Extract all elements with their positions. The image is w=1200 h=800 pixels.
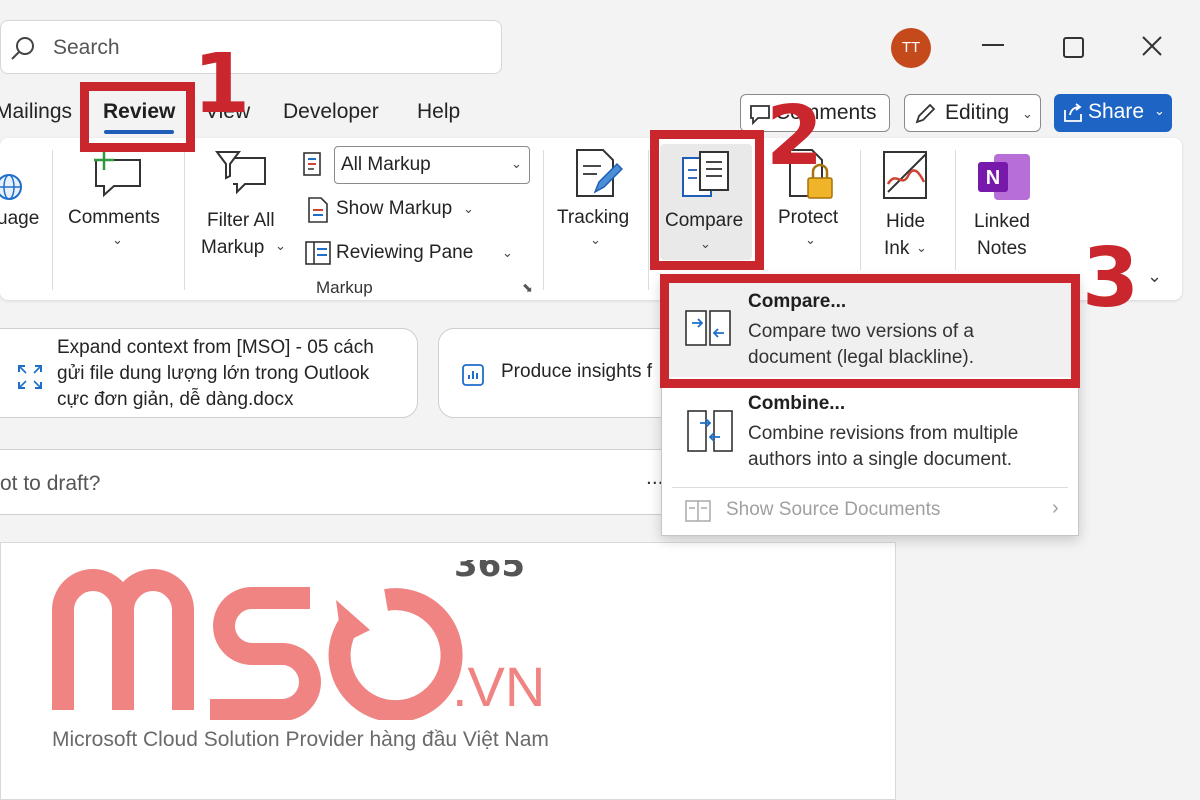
group-separator <box>955 150 956 270</box>
tracking-button[interactable]: Tracking ⌄ <box>553 144 641 264</box>
expand-icon <box>18 365 42 389</box>
chevron-down-icon: ⌄ <box>805 232 816 247</box>
chevron-down-icon: ⌄ <box>916 240 927 255</box>
combine-menu-title: Combine... <box>748 393 846 414</box>
logo-tagline: Microsoft Cloud Solution Provider hàng đ… <box>52 728 549 751</box>
tab-help[interactable]: Help <box>417 100 460 124</box>
mso-watermark-logo: 365 .VN Microsoft Cloud Solution Provide… <box>52 560 572 760</box>
chevron-right-icon: › <box>1052 497 1059 519</box>
display-for-review-icon <box>303 152 321 176</box>
onenote-icon: N <box>978 154 1030 200</box>
maximize-icon[interactable] <box>1063 37 1084 58</box>
show-markup-label: Show Markup <box>336 198 453 219</box>
group-separator <box>543 150 544 290</box>
close-icon[interactable] <box>1141 35 1163 57</box>
share-button[interactable]: Share ⌄ <box>1054 94 1172 132</box>
annotation-step-3: 3 <box>1082 231 1140 326</box>
globe-icon <box>0 174 22 200</box>
mso-logo-graphic: 365 .VN <box>52 560 545 720</box>
draft-prompt-input[interactable]: ot to draft? ... <box>0 449 668 515</box>
tab-developer[interactable]: Developer <box>283 100 379 124</box>
chevron-down-icon: ⌄ <box>1154 103 1165 118</box>
source-documents-icon <box>685 500 711 522</box>
logo-365-text: 365 <box>454 560 525 585</box>
card-text-2: gửi file dung lượng lớn trong Outlook <box>57 363 370 384</box>
new-comment-icon <box>94 150 141 198</box>
reviewing-pane-button[interactable]: Reviewing Pane ⌄ <box>300 236 520 272</box>
menu-separator <box>672 487 1068 488</box>
annotation-highlight-compare-button <box>650 130 764 270</box>
filter-all-label-1: Filter All <box>207 210 275 231</box>
suggestion-card[interactable]: Expand context from [MSO] - 05 cách gửi … <box>0 328 418 418</box>
ribbon-collapse-chevron-icon[interactable]: ⌄ <box>1147 266 1162 287</box>
search-placeholder: Search <box>53 36 120 59</box>
share-icon <box>1064 103 1082 122</box>
draft-prompt-text: ot to draft? <box>0 472 101 495</box>
reviewing-pane-icon <box>305 241 331 265</box>
group-separator <box>648 150 649 290</box>
comments-label: Comments <box>68 207 160 228</box>
linked-notes-label-1: Linked <box>974 211 1030 232</box>
chevron-down-icon: ⌄ <box>1022 106 1033 121</box>
chevron-down-icon: ⌄ <box>112 232 123 247</box>
card-text: Produce insights f <box>501 361 653 382</box>
group-separator <box>860 150 861 270</box>
annotation-step-2: 2 <box>766 89 824 184</box>
group-separator <box>52 150 53 290</box>
combine-documents-icon <box>687 410 733 452</box>
search-box[interactable]: Search <box>0 20 502 74</box>
tracking-label: Tracking <box>557 207 630 228</box>
share-label: Share <box>1088 100 1145 123</box>
show-source-documents-menu-item[interactable]: Show Source Documents › <box>662 491 1078 533</box>
annotation-highlight-review-tab <box>80 82 195 152</box>
protect-label: Protect <box>778 207 839 228</box>
combine-menu-item[interactable]: Combine... Combine revisions from multip… <box>662 387 1078 483</box>
markup-display-value: All Markup <box>341 154 431 175</box>
show-markup-icon <box>308 197 328 223</box>
avatar[interactable]: TT <box>891 28 931 68</box>
annotation-step-1: 1 <box>193 37 251 132</box>
logo-domain-text: .VN <box>452 655 545 718</box>
show-source-documents-label: Show Source Documents <box>726 499 941 520</box>
chart-icon <box>462 364 484 386</box>
editing-label: Editing <box>945 101 1010 124</box>
hide-ink-label-2: Ink <box>884 238 910 259</box>
hide-ink-label-1: Hide <box>886 211 926 232</box>
linked-notes-label-2: Notes <box>977 238 1027 259</box>
card-text-3: cực đơn giản, dễ dàng.docx <box>57 389 294 410</box>
chevron-down-icon: ⌄ <box>275 238 286 253</box>
group-separator <box>184 150 185 290</box>
editing-mode-button[interactable]: Editing ⌄ <box>904 94 1041 132</box>
new-comment-button[interactable]: Comments ⌄ <box>60 144 175 264</box>
tab-mailings[interactable]: Mailings <box>0 100 72 124</box>
markup-display-select[interactable]: All Markup ⌄ <box>334 146 530 184</box>
chevron-down-icon: ⌄ <box>511 156 522 171</box>
ink-icon <box>883 151 927 199</box>
minimize-icon[interactable] <box>982 44 1004 46</box>
track-changes-icon <box>576 149 623 197</box>
language-button-label[interactable]: uage <box>0 205 39 232</box>
combine-menu-desc-2: authors into a single document. <box>748 449 1013 470</box>
filter-all-markup-button[interactable]: Filter All Markup ⌄ <box>195 144 293 264</box>
card-text-1: Expand context from [MSO] - 05 cách <box>57 337 374 358</box>
show-markup-button[interactable]: Show Markup ⌄ <box>300 192 490 228</box>
chevron-down-icon: ⌄ <box>502 245 513 260</box>
svg-text:N: N <box>986 167 1000 189</box>
linked-notes-button[interactable]: N Linked Notes <box>966 144 1042 264</box>
chevron-down-icon: ⌄ <box>463 201 474 216</box>
filter-all-label-2: Markup <box>201 237 265 258</box>
suggestion-card[interactable]: Produce insights f <box>438 328 678 418</box>
combine-menu-desc-1: Combine revisions from multiple <box>748 423 1019 444</box>
annotation-highlight-compare-item <box>660 274 1080 388</box>
chevron-down-icon: ⌄ <box>590 232 601 247</box>
markup-group-label: Markup <box>316 278 373 297</box>
hide-ink-button[interactable]: Hide Ink ⌄ <box>870 144 942 264</box>
dialog-launcher-icon[interactable]: ⬊ <box>522 280 533 296</box>
pencil-icon <box>915 103 936 124</box>
scrollbar[interactable] <box>1186 60 1200 800</box>
filter-icon <box>215 151 266 195</box>
reviewing-pane-label: Reviewing Pane <box>336 242 474 263</box>
search-icon <box>11 37 34 60</box>
